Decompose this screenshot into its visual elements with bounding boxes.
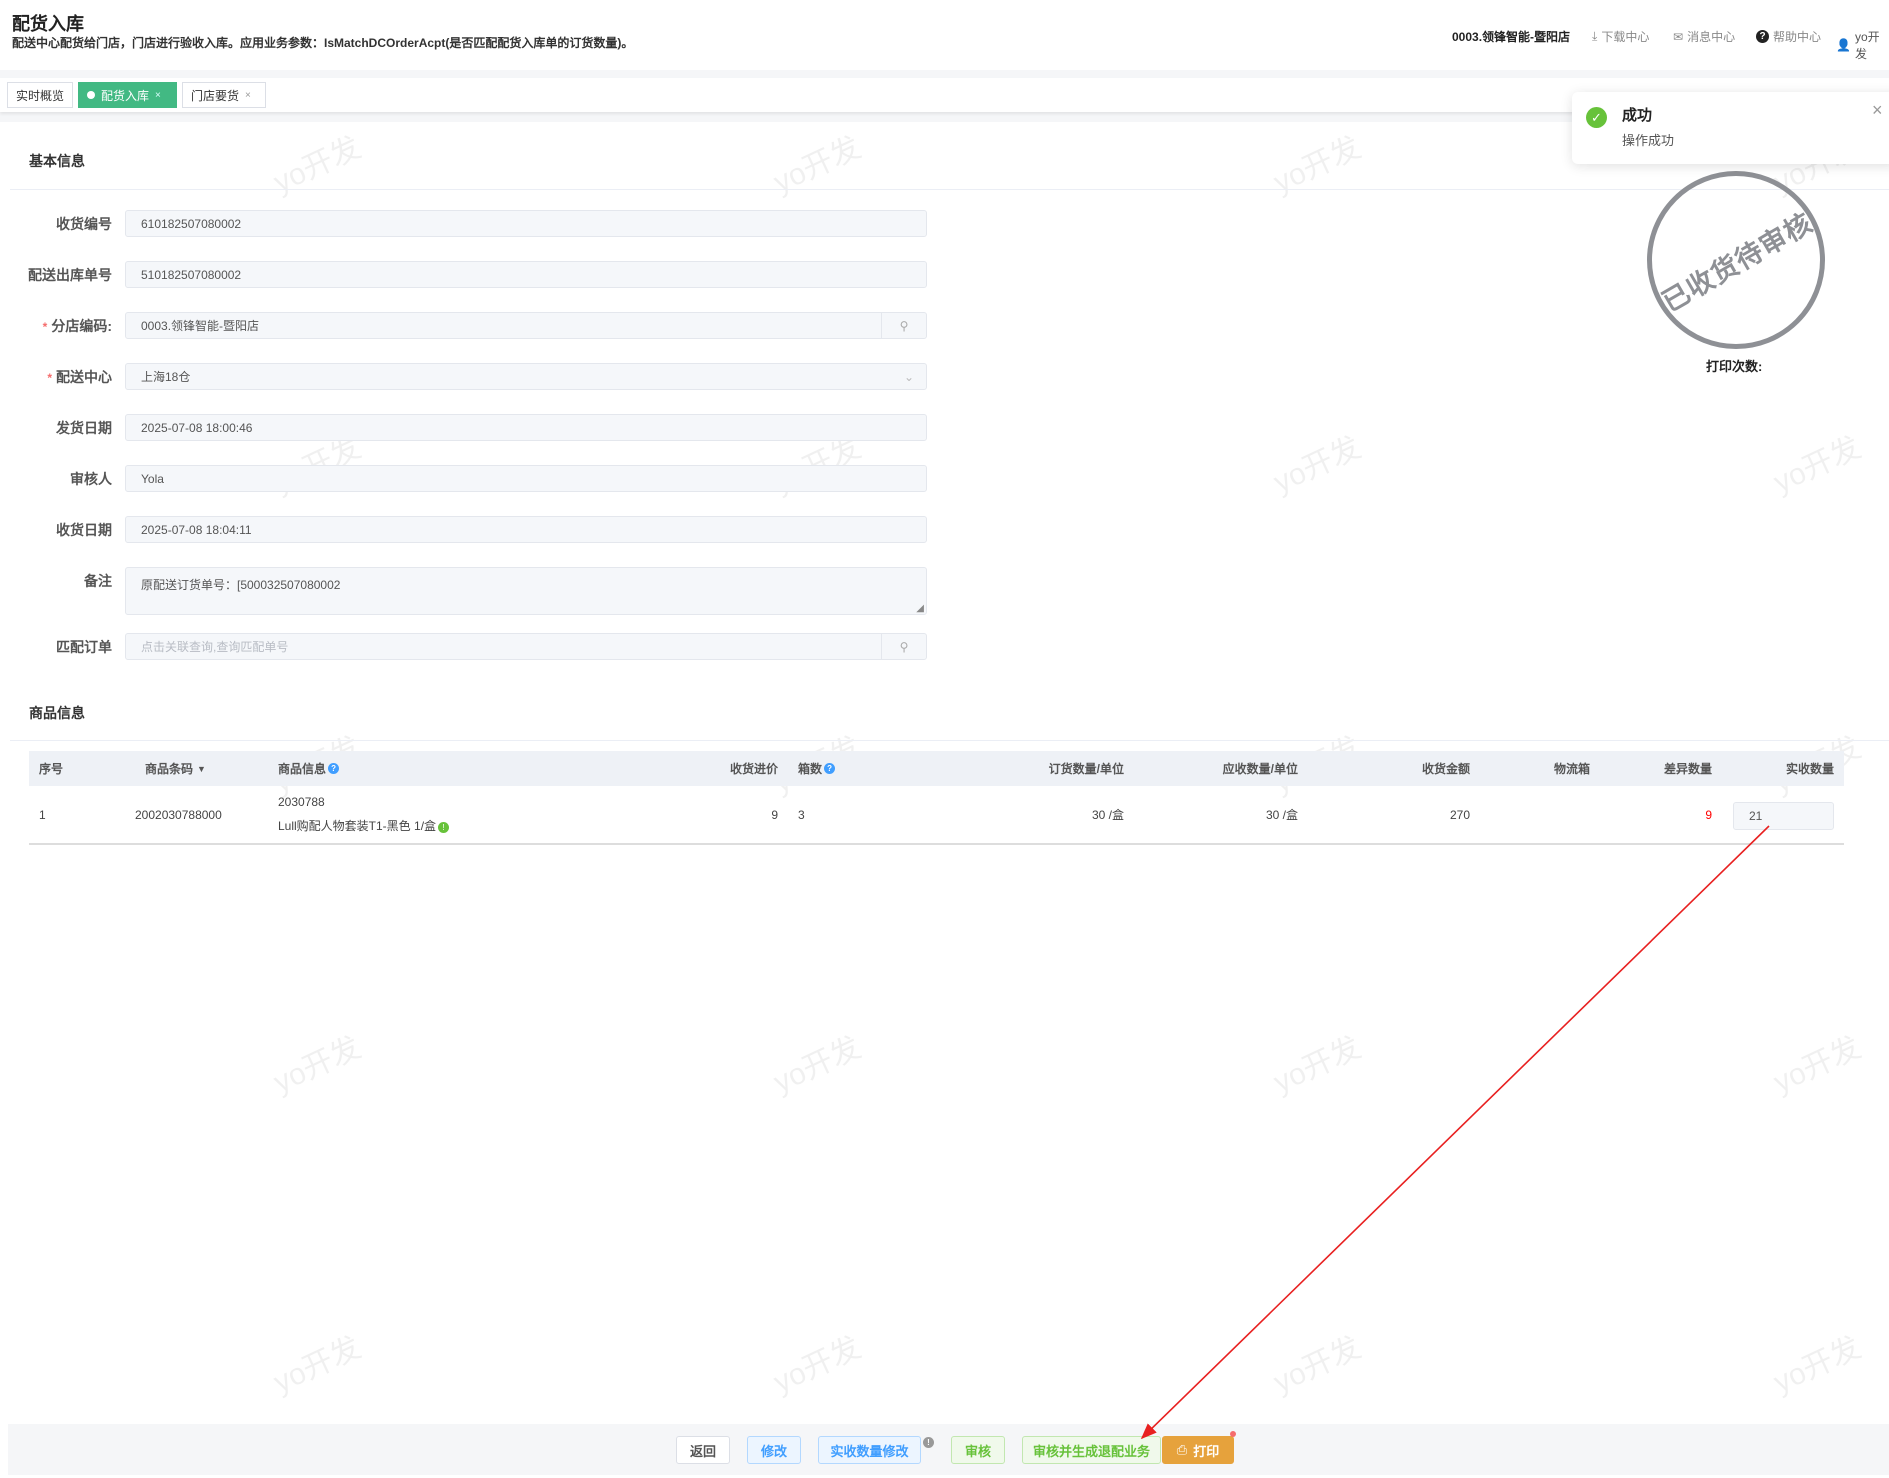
reviewer-field[interactable]: Yola (125, 465, 927, 492)
success-toast: ✓ 成功 操作成功 × (1572, 92, 1889, 164)
col-product: 商品信息? (278, 751, 340, 786)
col-diff: 差异数量 (1663, 762, 1712, 776)
watermark: yo开发 (1268, 1330, 1366, 1400)
info-icon[interactable]: ! (923, 1437, 934, 1448)
help-icon[interactable]: ? (328, 763, 340, 774)
toast-title: 成功 (1622, 107, 1653, 124)
close-icon[interactable]: × (155, 90, 161, 101)
receive-date-field[interactable]: 2025-07-08 18:04:11 (125, 516, 927, 543)
download-center-link[interactable]: ⤓ 下载中心 (1592, 28, 1649, 45)
col-boxes: 箱数? (798, 751, 836, 786)
toast-message: 操作成功 (1622, 133, 1675, 148)
field-label: * 配送中心 (47, 369, 112, 385)
print-count-label: 打印次数: (1706, 359, 1763, 374)
col-received: 实收数量 (1785, 762, 1834, 776)
chevron-down-icon: ⌄ (903, 369, 914, 384)
info-icon[interactable]: ! (438, 822, 450, 833)
help-icon[interactable]: ? (824, 763, 836, 774)
receipt-no-field[interactable]: 610182507080002 (125, 210, 927, 237)
store-name[interactable]: 0003.领锋智能-暨阳店 (1452, 28, 1570, 45)
tab-store-request[interactable]: 门店要货 × (182, 82, 266, 108)
approve-and-return-button[interactable]: 审核并生成退配业务 (1022, 1436, 1161, 1464)
watermark: yo开发 (1768, 1030, 1866, 1100)
sort-caret-icon[interactable]: ▼ (197, 764, 206, 774)
watermark: yo开发 (1768, 430, 1866, 500)
divider (10, 740, 1889, 741)
col-order-qty: 订货数量/单位 (1048, 762, 1124, 776)
back-button[interactable]: 返回 (676, 1436, 730, 1464)
tab-dist-inbound[interactable]: 配货入库 × (78, 82, 177, 108)
field-label: 审核人 (70, 471, 112, 487)
close-icon[interactable]: × (1872, 100, 1883, 121)
mail-icon: ✉ (1673, 29, 1684, 44)
arrow-line (1140, 825, 1770, 1440)
watermark: yo开发 (768, 1330, 866, 1400)
search-icon[interactable]: ⚲ (881, 634, 926, 659)
col-logistics-box: 物流箱 (1553, 762, 1590, 776)
product-info: 2030788 Lull购配人物套装T1-黑色 1/盒! (278, 786, 450, 843)
col-due-qty: 应收数量/单位 (1222, 762, 1298, 776)
field-label: 配送出库单号 (28, 267, 112, 283)
printer-icon: ⎙ (1176, 1442, 1188, 1457)
required-mark: * (47, 371, 52, 385)
ship-date-field[interactable]: 2025-07-08 18:00:46 (125, 414, 927, 441)
approve-button[interactable]: 审核 (951, 1436, 1005, 1464)
field-label: 收货日期 (56, 522, 112, 538)
print-button[interactable]: ⎙ 打印 (1162, 1436, 1234, 1464)
status-stamp: 已收货待审核 (1647, 171, 1825, 349)
download-icon: ⤓ (1592, 29, 1598, 43)
goods-info-title: 商品信息 (29, 705, 85, 721)
watermark: yo开发 (1268, 1030, 1366, 1100)
field-label: * 分店编码: (42, 318, 112, 334)
basic-info-title: 基本信息 (29, 153, 85, 169)
success-check-icon: ✓ (1586, 107, 1607, 128)
watermark: yo开发 (1268, 430, 1366, 500)
dc-select[interactable]: 上海18仓 ⌄ (125, 363, 927, 390)
received-qty-edit-button[interactable]: 实收数量修改 (818, 1436, 921, 1464)
table-row: 1 2002030788000 2030788 Lull购配人物套装T1-黑色 … (29, 786, 1844, 845)
page-title: 配货入库 (12, 14, 84, 34)
field-label: 匹配订单 (56, 639, 112, 655)
field-label: 备注 (84, 573, 112, 589)
user-icon: 👤 (1836, 38, 1851, 52)
field-label: 收货编号 (56, 216, 112, 232)
tab-overview[interactable]: 实时概览 (7, 82, 74, 108)
watermark: yo开发 (768, 1030, 866, 1100)
remark-textarea[interactable]: 原配送订货单号：[500032507080002 ◢ (125, 567, 927, 615)
watermark: yo开发 (1768, 1330, 1866, 1400)
search-icon[interactable]: ⚲ (881, 313, 926, 338)
watermark: yo开发 (268, 1030, 366, 1100)
col-barcode[interactable]: 商品条码 ▼ (145, 751, 206, 786)
required-mark: * (42, 320, 48, 334)
col-amount: 收货金额 (1421, 762, 1470, 776)
user-menu[interactable]: 👤 yo开发 (1836, 28, 1889, 62)
field-label: 发货日期 (56, 420, 112, 436)
footer-action-bar (8, 1424, 1889, 1475)
dispatch-no-field[interactable]: 510182507080002 (125, 261, 927, 288)
close-icon[interactable]: × (245, 90, 251, 101)
help-center-link[interactable]: ? 帮助中心 (1756, 28, 1821, 45)
edit-button[interactable]: 修改 (747, 1436, 801, 1464)
branch-code-field[interactable]: 0003.领锋智能-暨阳店 ⚲ (125, 312, 927, 339)
diff-value: 9 (1705, 807, 1712, 822)
badge-dot (1230, 1431, 1236, 1437)
resize-handle-icon[interactable]: ◢ (916, 603, 924, 614)
match-order-input[interactable]: 点击关联查询,查询匹配单号 ⚲ (125, 633, 927, 660)
page-subtitle: 配送中心配货给门店，门店进行验收入库。应用业务参数：IsMatchDCOrder… (12, 36, 634, 50)
col-price: 收货进价 (729, 762, 778, 776)
divider (10, 189, 1889, 190)
col-index: 序号 (39, 762, 64, 776)
table-header: 序号 商品条码 ▼ 商品信息? 收货进价 箱数? 订货数量/单位 应收数量/单位 … (29, 751, 1844, 786)
active-dot-icon (87, 91, 95, 99)
received-qty-input[interactable]: 21 (1733, 802, 1834, 830)
watermark: yo开发 (268, 1330, 366, 1400)
message-center-link[interactable]: ✉ 消息中心 (1673, 28, 1735, 45)
help-icon: ? (1756, 30, 1769, 43)
